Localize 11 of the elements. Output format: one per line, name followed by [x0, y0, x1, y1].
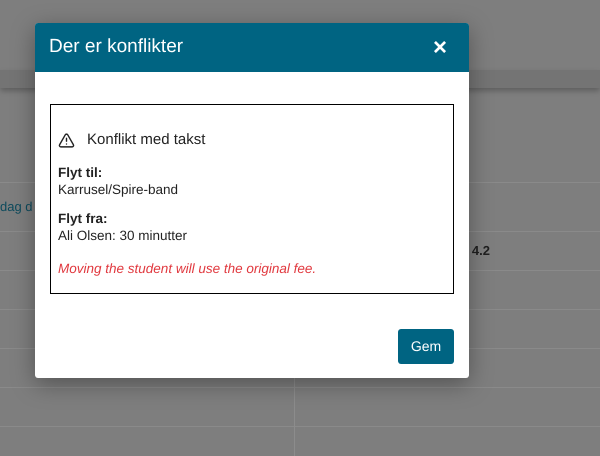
section-value: Ali Olsen: 30 minutter	[58, 226, 188, 244]
value-text: 4.2	[472, 242, 490, 260]
conflict-heading: Konflikt med takst	[87, 130, 206, 150]
section-label: Flyt til:	[58, 164, 102, 180]
save-button[interactable]: Gem	[398, 329, 454, 364]
warning-text: Moving the student will use the original fee.	[58, 260, 318, 278]
warning-icon	[58, 132, 75, 149]
close-button[interactable]: ×	[432, 36, 447, 60]
section-label: Flyt fra:	[58, 210, 108, 226]
dialog-title: Der er konflikter	[49, 35, 184, 60]
section-value: Karrusel/Spire-band	[58, 180, 178, 198]
